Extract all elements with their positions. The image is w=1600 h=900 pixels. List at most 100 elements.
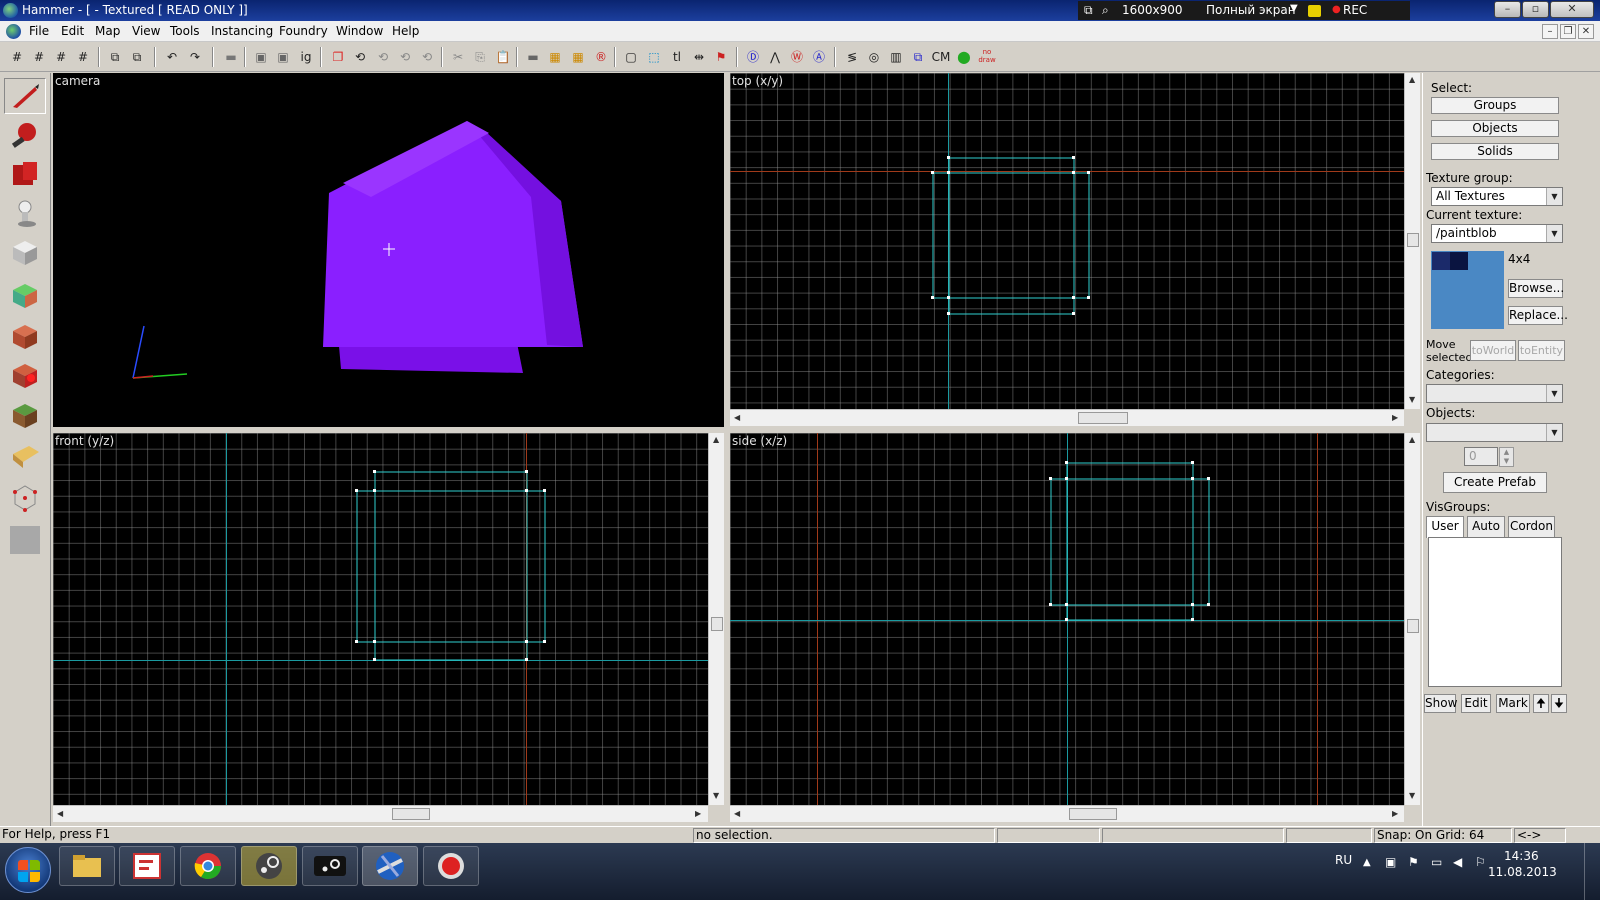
top-view-brush[interactable]: [730, 73, 1404, 409]
front-view-brush[interactable]: [53, 433, 708, 805]
tray-expand-icon[interactable]: ▲: [1363, 857, 1371, 868]
minimize-button[interactable]: –: [1494, 1, 1521, 18]
toolbar-cm[interactable]: CM: [930, 48, 952, 66]
quickhide-icon[interactable]: Ⓓ: [744, 48, 762, 66]
search-icon[interactable]: ⌕: [1102, 3, 1109, 18]
replace-button[interactable]: Replace...: [1508, 306, 1568, 325]
scroll-thumb[interactable]: [392, 808, 430, 820]
visgroups-list[interactable]: [1428, 537, 1562, 687]
taskbar-steam[interactable]: [241, 846, 297, 886]
recorder-resolution[interactable]: 1600x900: [1122, 3, 1183, 17]
taskbar-recorder[interactable]: [423, 846, 479, 886]
categories-select[interactable]: ▼: [1426, 384, 1563, 403]
scroll-down-icon[interactable]: ▼: [1409, 395, 1415, 404]
scroll-right-icon[interactable]: ▶: [1392, 413, 1398, 422]
chevron-down-icon[interactable]: ▼: [1546, 385, 1562, 402]
camera-icon[interactable]: [1308, 5, 1321, 17]
tab-user[interactable]: User: [1426, 516, 1464, 538]
chevron-down-icon[interactable]: ▼: [1546, 424, 1562, 441]
tab-auto[interactable]: Auto: [1467, 516, 1505, 537]
browse-button[interactable]: Browse...: [1508, 279, 1564, 298]
menu-map[interactable]: Map: [95, 24, 120, 38]
rotate-icon[interactable]: ⟲: [351, 48, 369, 66]
show-desktop-button[interactable]: [1584, 843, 1600, 900]
entity-connections-icon[interactable]: ⇹: [690, 48, 708, 66]
current-texture-select[interactable]: /paintblob ▼: [1431, 224, 1563, 243]
layers-icon[interactable]: ⧉: [909, 48, 927, 66]
texture-application-tool[interactable]: [4, 277, 46, 313]
document-icon[interactable]: [6, 24, 21, 39]
taskbar-explorer[interactable]: [59, 846, 115, 886]
front-viewport-hscroll[interactable]: ◀ ▶: [53, 805, 708, 822]
menu-help[interactable]: Help: [392, 24, 419, 38]
menu-instancing[interactable]: Instancing: [211, 24, 273, 38]
side-viewport-vscroll[interactable]: ▲ ▼: [1404, 433, 1420, 805]
texture-preview[interactable]: [1431, 251, 1504, 329]
flip-icon[interactable]: ⟲: [374, 48, 392, 66]
redo-icon[interactable]: ↷: [186, 48, 204, 66]
chevron-down-icon[interactable]: ▼: [1546, 188, 1562, 205]
select-solids-button[interactable]: Solids: [1431, 143, 1559, 160]
physics-icon[interactable]: ⬤: [955, 48, 973, 66]
taskbar-steam-alt[interactable]: [302, 846, 358, 886]
grid-larger-icon[interactable]: #: [74, 48, 92, 66]
save-icon[interactable]: ▬: [222, 48, 240, 66]
top-viewport-hscroll[interactable]: ◀ ▶: [730, 409, 1404, 426]
block-tool[interactable]: [4, 234, 46, 270]
camera-viewport[interactable]: camera: [53, 73, 724, 427]
top-viewport-vscroll[interactable]: ▲ ▼: [1404, 73, 1420, 409]
select-object-icon[interactable]: ▢: [622, 48, 640, 66]
texture-lock-alt-icon[interactable]: ▦: [569, 48, 587, 66]
scroll-up-icon[interactable]: ▲: [713, 435, 719, 444]
scroll-thumb[interactable]: [1078, 412, 1128, 424]
chevron-down-icon[interactable]: ▼: [1546, 225, 1562, 242]
menu-edit[interactable]: Edit: [61, 24, 84, 38]
radius-culling-icon[interactable]: ≶: [843, 48, 861, 66]
transform-icon[interactable]: ⟲: [396, 48, 414, 66]
menu-file[interactable]: File: [29, 24, 49, 38]
mark-button[interactable]: Mark: [1496, 694, 1530, 713]
toolbar-nodraw[interactable]: no draw: [977, 48, 997, 66]
edit-button[interactable]: Edit: [1461, 694, 1491, 713]
grid-icon[interactable]: #: [8, 48, 26, 66]
toolbar-ig[interactable]: ig: [297, 48, 315, 66]
cut-icon[interactable]: ✂: [449, 48, 467, 66]
recorder-mode[interactable]: Полный экран: [1206, 3, 1296, 17]
magnify-tool[interactable]: [4, 117, 46, 153]
cordon-icon[interactable]: ⋀: [766, 48, 784, 66]
front-viewport[interactable]: front (y/z): [53, 433, 708, 805]
scroll-thumb[interactable]: [1407, 619, 1419, 633]
move-down-button[interactable]: 🠋: [1551, 694, 1567, 713]
sphere-icon[interactable]: ◎: [865, 48, 883, 66]
menu-foundry[interactable]: Foundry: [279, 24, 328, 38]
scroll-thumb[interactable]: [1407, 233, 1419, 247]
side-viewport[interactable]: side (x/z): [730, 433, 1404, 805]
show-button[interactable]: Show: [1424, 694, 1457, 713]
apply-texture-tool[interactable]: [4, 318, 46, 354]
select-groups-button[interactable]: Groups: [1431, 97, 1559, 114]
tray-volume-icon[interactable]: ◀: [1453, 855, 1462, 869]
move-up-button[interactable]: 🠉: [1533, 694, 1549, 713]
side-view-brush[interactable]: [730, 433, 1404, 805]
tray-security-icon[interactable]: ⚐: [1475, 855, 1486, 869]
toolbar-tl[interactable]: tl: [668, 48, 686, 66]
scroll-right-icon[interactable]: ▶: [1392, 809, 1398, 818]
texture-group-select[interactable]: All Textures ▼: [1431, 187, 1563, 206]
maximize-button[interactable]: ▫: [1522, 1, 1549, 18]
selection-tool[interactable]: [4, 78, 46, 114]
clock-time[interactable]: 14:36: [1504, 849, 1539, 863]
start-button[interactable]: [5, 847, 51, 893]
select-objects-button[interactable]: Objects: [1431, 120, 1559, 137]
chevron-down-icon[interactable]: ▼: [1290, 3, 1298, 14]
scroll-down-icon[interactable]: ▼: [713, 791, 719, 800]
hide-icon[interactable]: ▣: [252, 48, 270, 66]
carve-icon[interactable]: ⧉: [106, 48, 124, 66]
language-indicator[interactable]: RU: [1335, 853, 1352, 867]
doc-close-button[interactable]: ✕: [1578, 24, 1594, 39]
run-map-icon[interactable]: ®: [592, 48, 610, 66]
align-icon[interactable]: ⟲: [418, 48, 436, 66]
select-by-handles-icon[interactable]: ⬚: [645, 48, 663, 66]
texture-scale-icon[interactable]: ▦: [546, 48, 564, 66]
autovis-icon[interactable]: Ⓐ: [810, 48, 828, 66]
tray-flag-icon[interactable]: ⚑: [1408, 855, 1419, 869]
